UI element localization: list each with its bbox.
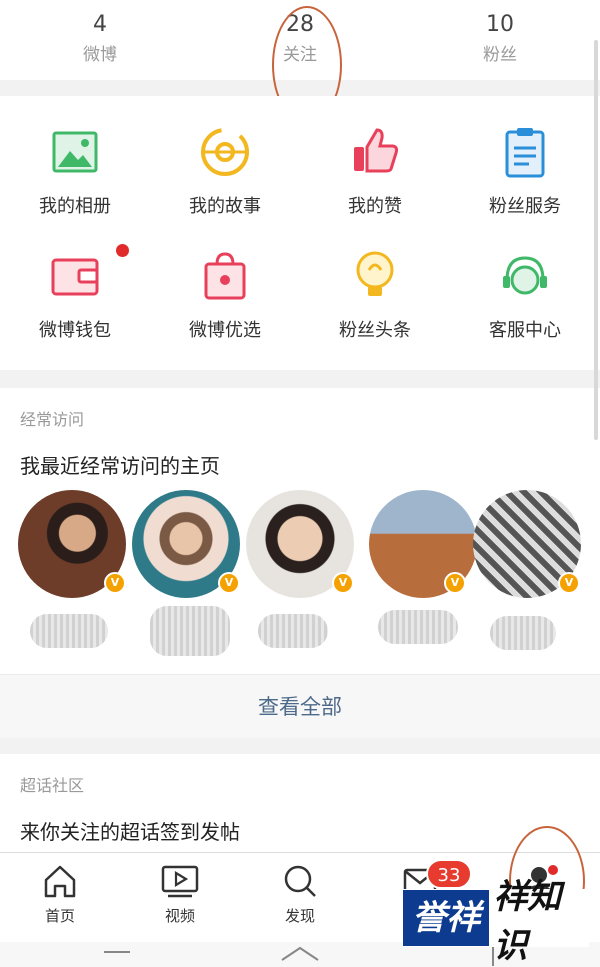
grid-label: 客服中心 — [489, 320, 561, 341]
verified-badge — [444, 572, 466, 594]
stat-value: 4 — [93, 12, 107, 37]
stat-label: 粉丝 — [483, 45, 517, 65]
grid-item-story[interactable]: 我的故事 — [150, 114, 300, 238]
verified-badge — [104, 572, 126, 594]
unread-badge: 33 — [426, 859, 472, 889]
grid-label: 粉丝头条 — [339, 320, 411, 341]
feature-grid: 我的相册 我的故事 我的赞 粉丝服务 微博钱包 微博优选 粉丝头条 客服中心 — [0, 96, 600, 370]
wallet-icon — [51, 258, 99, 296]
name-redacted — [30, 614, 108, 648]
thumbs-up-icon — [354, 128, 399, 173]
verified-badge — [218, 572, 240, 594]
avatar-row — [0, 490, 600, 660]
notification-dot — [116, 244, 129, 257]
name-redacted — [258, 614, 328, 648]
tab-label: 视频 — [164, 907, 195, 925]
tab-label: 首页 — [44, 907, 75, 925]
frequent-visits-section: 经常访问 我最近经常访问的主页 查看全部 — [0, 388, 600, 738]
grid-label: 微博优选 — [189, 320, 261, 341]
grid-label: 粉丝服务 — [489, 196, 561, 217]
home-icon — [44, 865, 76, 898]
grid-item-album[interactable]: 我的相册 — [0, 114, 150, 238]
name-redacted — [490, 616, 556, 650]
grid-label: 我的相册 — [39, 196, 111, 217]
stat-label: 微博 — [83, 45, 117, 65]
super-topic-section: 超话社区 来你关注的超话签到发帖 — [0, 754, 600, 854]
headset-icon — [503, 256, 547, 295]
scrollbar[interactable] — [594, 40, 598, 440]
see-all-button[interactable]: 查看全部 — [0, 674, 600, 738]
watermark-text: 祥知识 — [493, 877, 562, 966]
tab-discover[interactable]: 发现 — [240, 853, 360, 942]
clipboard-icon — [505, 128, 545, 178]
grid-item-likes[interactable]: 我的赞 — [300, 114, 450, 238]
grid-label: 我的故事 — [189, 196, 261, 217]
watermark-logo: 誉祥 祥知识 — [403, 877, 589, 966]
tab-label: 发现 — [284, 907, 315, 925]
grid-item-customer-service[interactable]: 客服中心 — [450, 238, 600, 362]
name-redacted — [150, 606, 230, 656]
stat-weibo[interactable]: 4 微博 — [0, 0, 200, 80]
watermark-text: 誉祥 — [403, 890, 490, 946]
search-icon — [284, 865, 316, 897]
section-title: 超话社区 — [20, 776, 85, 795]
verified-badge — [558, 572, 580, 594]
stat-fans[interactable]: 10 粉丝 — [400, 0, 600, 80]
shopping-bag-icon — [204, 252, 246, 300]
name-redacted — [378, 610, 458, 644]
tab-video[interactable]: 视频 — [120, 853, 240, 942]
tab-home[interactable]: 首页 — [0, 853, 120, 942]
story-icon — [201, 128, 249, 176]
grid-label: 微博钱包 — [39, 320, 111, 341]
grid-label: 我的赞 — [348, 196, 402, 217]
grid-item-fan-headline[interactable]: 粉丝头条 — [300, 238, 450, 362]
lightbulb-icon — [356, 251, 394, 296]
verified-badge — [332, 572, 354, 594]
photo-album-icon — [52, 131, 98, 173]
section-subtitle: 我最近经常访问的主页 — [20, 454, 220, 478]
video-icon — [161, 865, 199, 898]
grid-item-selection[interactable]: 微博优选 — [150, 238, 300, 362]
section-title: 经常访问 — [20, 410, 85, 429]
stat-value: 10 — [486, 12, 514, 37]
grid-item-wallet[interactable]: 微博钱包 — [0, 238, 150, 362]
grid-item-fan-service[interactable]: 粉丝服务 — [450, 114, 600, 238]
section-subtitle[interactable]: 来你关注的超话签到发帖 — [0, 796, 600, 845]
